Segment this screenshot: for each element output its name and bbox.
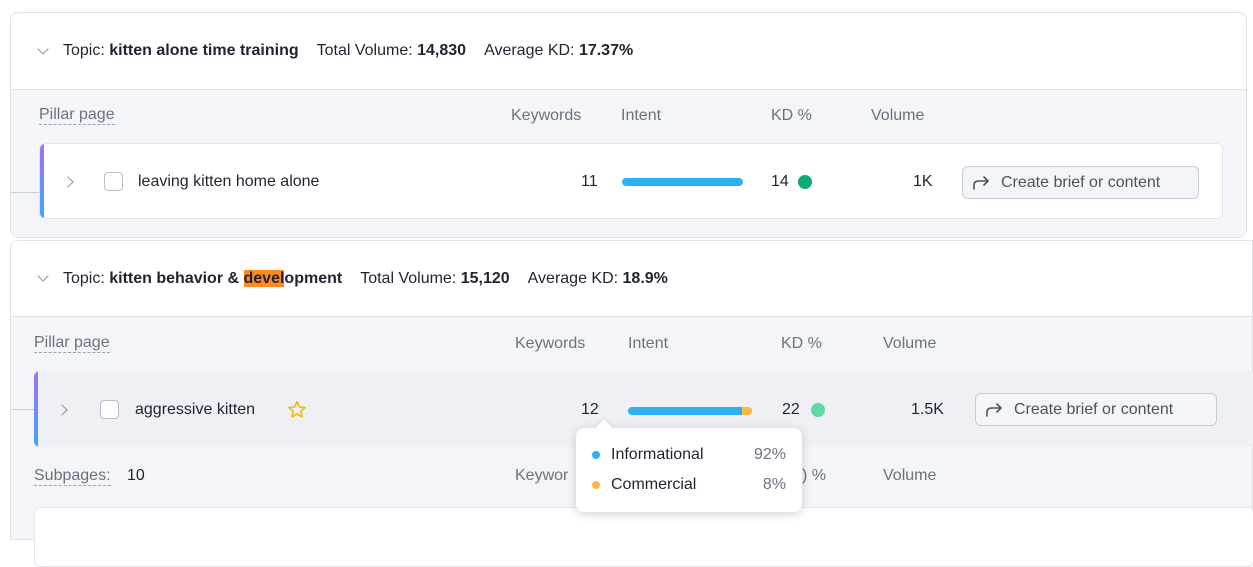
col-intent: Intent [628, 335, 669, 352]
topic-header[interactable]: Topic: kitten behavior & development Tot… [11, 241, 1252, 317]
pillar-row[interactable]: leaving kitten home alone 11 14 1K Creat… [39, 143, 1223, 219]
chevron-right-icon[interactable] [56, 404, 68, 416]
row-accent-bar [34, 371, 38, 447]
kd-value: 14 [771, 173, 789, 190]
row-checkbox[interactable] [104, 172, 123, 191]
informational-dot-icon [592, 451, 600, 459]
average-kd-value: 18.9% [622, 269, 668, 287]
pillar-page-link[interactable]: Pillar page [34, 334, 110, 353]
topic-body: Pillar page Keywords Intent KD % Volume … [11, 90, 1246, 237]
col-keywords: Keywor [515, 467, 569, 484]
total-volume-label: Total Volume: [360, 269, 457, 287]
create-brief-button[interactable]: Create brief or content [962, 166, 1199, 199]
col-kd: KD % [781, 335, 822, 352]
kd-difficulty-dot [798, 175, 812, 189]
chevron-down-icon[interactable] [37, 270, 49, 282]
search-highlight: devel [243, 269, 285, 287]
commercial-dot-icon [592, 481, 600, 489]
create-brief-label: Create brief or content [1001, 173, 1161, 191]
intent-percent: 8% [762, 476, 786, 493]
topic-card-1: Topic: kitten alone time training Total … [10, 12, 1247, 238]
average-kd-value: 17.37% [578, 42, 634, 59]
col-keywords: Keywords [511, 107, 582, 124]
average-kd-label: Average KD: [527, 269, 619, 287]
tooltip-item-informational: Informational 92% [592, 445, 786, 467]
topic-label: Topic: [63, 269, 105, 287]
share-arrow-icon [973, 175, 989, 190]
keywords-count: 12 [581, 401, 599, 418]
star-icon[interactable] [287, 400, 307, 420]
topic-name: kitten alone time training [109, 42, 299, 59]
kd-difficulty-dot [811, 403, 825, 417]
subpages-link[interactable]: Subpages: [34, 467, 111, 486]
create-brief-button[interactable]: Create brief or content [975, 393, 1217, 426]
pillar-title[interactable]: leaving kitten home alone [138, 173, 319, 191]
topic-header[interactable]: Topic: kitten alone time training Total … [11, 13, 1246, 90]
intent-commercial-segment [742, 407, 752, 415]
subpage-row[interactable] [34, 507, 1253, 567]
chevron-down-icon[interactable] [37, 42, 49, 55]
tree-connector [11, 192, 41, 193]
keywords-count: 11 [581, 173, 598, 190]
subpages-count: 10 [127, 467, 145, 484]
tooltip-item-commercial: Commercial 8% [592, 475, 786, 497]
intent-percent: 92% [753, 446, 786, 463]
intent-tooltip: Informational 92% Commercial 8% [576, 419, 802, 512]
total-volume-value: 14,830 [417, 42, 467, 59]
intent-name: Commercial [611, 476, 697, 493]
topic-name: kitten behavior & development [109, 269, 343, 288]
total-volume-label: Total Volume: [316, 42, 413, 59]
col-volume: Volume [883, 467, 937, 484]
volume-value: 1K [913, 173, 933, 190]
col-intent: Intent [621, 107, 662, 124]
row-accent-bar [40, 144, 44, 218]
intent-name: Informational [611, 446, 704, 463]
topic-label: Topic: [63, 42, 105, 59]
create-brief-label: Create brief or content [1014, 400, 1174, 418]
topic-name-part: kitten behavior & [109, 269, 244, 287]
intent-bar[interactable] [628, 407, 752, 415]
col-kd: ) % [802, 467, 826, 484]
col-kd: KD % [771, 107, 812, 124]
total-volume-value: 15,120 [460, 269, 510, 287]
topic-name-part: opment [284, 269, 343, 287]
pillar-page-link[interactable]: Pillar page [39, 106, 115, 125]
row-checkbox[interactable] [100, 400, 119, 419]
volume-value: 1.5K [911, 401, 944, 418]
col-keywords: Keywords [515, 335, 586, 352]
share-arrow-icon [986, 402, 1002, 417]
col-volume: Volume [871, 107, 925, 124]
intent-bar[interactable] [622, 178, 743, 186]
pillar-title[interactable]: aggressive kitten [135, 401, 255, 419]
col-volume: Volume [883, 335, 937, 352]
kd-value: 22 [782, 401, 800, 418]
chevron-right-icon[interactable] [62, 176, 74, 188]
average-kd-label: Average KD: [484, 42, 575, 59]
